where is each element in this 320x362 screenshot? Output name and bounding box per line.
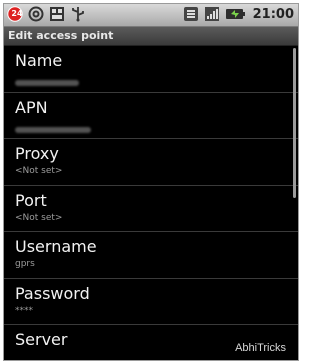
setting-summary: gprs bbox=[15, 259, 35, 269]
setting-port[interactable]: Port <Not set> bbox=[4, 186, 298, 232]
setting-title: Username bbox=[15, 237, 97, 256]
signal-icon bbox=[204, 6, 220, 22]
phone-screen: 24 21:00 Edit access point Name APN Prox… bbox=[3, 3, 299, 361]
usb-icon bbox=[70, 6, 86, 22]
usb-debug-icon bbox=[49, 6, 65, 22]
setting-summary: <Not set> bbox=[15, 166, 63, 176]
setting-username[interactable]: Username gprs bbox=[4, 232, 298, 279]
redacted-value bbox=[15, 126, 91, 133]
status-bar-right: 21:00 bbox=[183, 6, 294, 22]
setting-proxy[interactable]: Proxy <Not set> bbox=[4, 139, 298, 186]
battery-icon bbox=[225, 6, 245, 22]
wifi-icon bbox=[183, 6, 199, 22]
setting-name[interactable]: Name bbox=[4, 46, 298, 93]
at-sign-icon bbox=[28, 6, 44, 22]
scrollbar[interactable] bbox=[293, 48, 296, 198]
setting-summary: **** bbox=[15, 305, 33, 316]
status-bar: 24 21:00 bbox=[4, 4, 298, 27]
setting-title: Port bbox=[15, 190, 47, 210]
setting-summary: <Not set> bbox=[15, 212, 63, 223]
access-point-settings-list: Name APN Proxy <Not set> Port <Not set> … bbox=[4, 46, 298, 360]
status-bar-left: 24 bbox=[7, 6, 86, 22]
setting-title: Proxy bbox=[15, 144, 59, 163]
setting-password[interactable]: Password **** bbox=[4, 279, 298, 325]
status-clock: 21:00 bbox=[252, 6, 294, 22]
setting-title: Name bbox=[15, 51, 63, 70]
redacted-value bbox=[15, 80, 79, 86]
watermark: AbhiTricks bbox=[233, 342, 288, 354]
page-title: Edit access point bbox=[4, 27, 298, 46]
setting-title: Password bbox=[15, 283, 90, 303]
setting-title: APN bbox=[15, 97, 48, 117]
notification-count: 24 bbox=[11, 9, 23, 18]
setting-apn[interactable]: APN bbox=[4, 93, 298, 139]
